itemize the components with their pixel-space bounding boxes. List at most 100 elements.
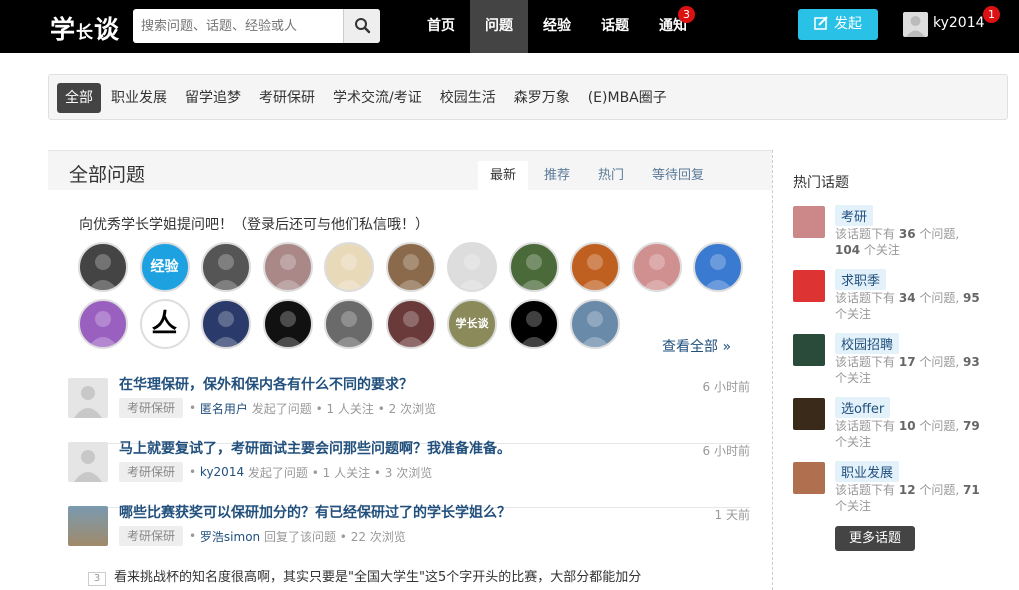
question-meta: 考研保研 • 匿名用户 发起了问题 • 1 人关注 • 2 次浏览	[119, 398, 436, 418]
topic-follower-count: 71	[963, 483, 980, 497]
expert-avatar[interactable]	[508, 242, 559, 292]
category-bar: 全部 职业发展 留学追梦 考研保研 学术交流/考证 校园生活 森罗万象 (E)MBA圈子	[48, 74, 1008, 120]
question-time: 6 小时前	[702, 380, 750, 394]
topic-name[interactable]: 校园招聘	[835, 333, 900, 354]
expert-avatar[interactable]	[201, 299, 251, 349]
post-button[interactable]: 发起	[798, 9, 878, 40]
question-title[interactable]: 在华理保研，保外和保内各有什么不同的要求？	[119, 374, 413, 394]
expert-avatar[interactable]	[201, 242, 251, 292]
topic-stats-mid: 个问题,	[919, 355, 960, 369]
topic-stats-mid: 个问题,	[919, 483, 960, 497]
topic-name[interactable]: 职业发展	[835, 461, 900, 482]
topic-follower-count: 95	[963, 291, 980, 305]
logo-char-2: 长	[76, 23, 95, 43]
question-stats-text: 回复了该问题 • 22 次浏览	[263, 529, 406, 544]
nav-questions[interactable]: 问题	[470, 0, 528, 53]
default-avatar-icon	[906, 16, 925, 37]
category-item[interactable]: 全部	[57, 83, 101, 113]
category-item[interactable]: 留学追梦	[177, 83, 249, 113]
nav-experience[interactable]: 经验	[528, 0, 586, 53]
default-avatar-icon	[74, 386, 102, 418]
sort-tab[interactable]: 推荐	[532, 161, 582, 191]
category-item[interactable]: 学术交流/考证	[325, 83, 430, 113]
person-icon	[395, 311, 426, 347]
expert-avatar[interactable]	[385, 242, 436, 292]
expert-avatar[interactable]	[693, 242, 743, 292]
view-all-link[interactable]: 查看全部 »	[662, 336, 731, 356]
question-author-avatar[interactable]	[68, 378, 108, 418]
expert-avatar[interactable]	[570, 299, 620, 349]
person-icon	[211, 311, 241, 347]
expert-avatar[interactable]	[324, 242, 374, 292]
topic-tag[interactable]: 考研保研	[119, 462, 184, 482]
expert-avatar[interactable]	[262, 299, 313, 349]
topic-stats-prefix: 该话题下有	[835, 227, 896, 241]
sort-tab[interactable]: 热门	[586, 161, 636, 191]
vote-count: 3	[88, 572, 106, 586]
topic-name[interactable]: 选offer	[835, 397, 891, 418]
nav-topics[interactable]: 话题	[586, 0, 644, 53]
topic-tag[interactable]: 考研保研	[119, 398, 184, 418]
question-author-avatar[interactable]	[68, 506, 108, 546]
avatar-glyph: 亼	[151, 309, 178, 339]
sort-tab[interactable]: 最新	[478, 161, 529, 191]
question-time: 6 小时前	[702, 444, 750, 458]
topic-image[interactable]	[793, 334, 825, 366]
expert-avatar[interactable]	[78, 299, 128, 349]
topic-name[interactable]: 求职季	[835, 269, 887, 290]
category-item[interactable]: (E)MBA圈子	[580, 83, 675, 113]
expert-avatar[interactable]	[385, 299, 436, 349]
person-icon	[457, 254, 487, 290]
answer-excerpt[interactable]: 3 看来挑战杯的知名度很高啊，其实只要是"全国大学生"这5个字开头的比赛，大部分都…	[88, 566, 641, 586]
nav-notifications[interactable]: 通知 3	[644, 0, 702, 53]
expert-avatar[interactable]	[324, 299, 374, 349]
question-stats: 发起了问题 • 1 人关注 • 2 次浏览	[248, 400, 436, 417]
question-panel-header: 全部问题 最新 推荐 热门 等待回复	[48, 150, 772, 191]
expert-avatar[interactable]: 亼	[139, 299, 190, 349]
topic-stats: 该话题下有 10 个问题, 79 个关注	[835, 418, 985, 450]
expert-avatar[interactable]: 经验	[139, 242, 190, 292]
expert-avatar[interactable]	[78, 242, 128, 292]
question-author-avatar[interactable]	[68, 442, 108, 482]
topic-image[interactable]	[793, 270, 825, 302]
topic-tag[interactable]: 考研保研	[119, 526, 184, 546]
more-topics-button[interactable]: 更多话题	[835, 526, 915, 551]
expert-avatar[interactable]	[262, 242, 313, 292]
question-user[interactable]: 匿名用户	[200, 400, 248, 417]
separator-dot: •	[189, 465, 200, 479]
search-input[interactable]	[133, 9, 343, 43]
category-item[interactable]: 考研保研	[251, 83, 323, 113]
question-stats-text: 发起了问题 • 1 人关注 • 3 次浏览	[247, 465, 433, 480]
person-icon	[334, 254, 364, 290]
topic-image[interactable]	[793, 462, 825, 494]
question-title[interactable]: 马上就要复试了，考研面试主要会问那些问题啊？我准备准备。	[119, 438, 511, 458]
person-icon	[272, 254, 303, 290]
expert-avatar[interactable]	[570, 242, 620, 292]
question-title[interactable]: 哪些比赛获奖可以保研加分的？有已经保研过了的学长学姐么？	[119, 502, 511, 522]
expert-avatar[interactable]: 学长谈	[447, 299, 497, 349]
topic-name[interactable]: 考研	[835, 205, 874, 226]
topic-stats-prefix: 该话题下有	[835, 483, 896, 497]
category-item[interactable]: 森罗万象	[506, 83, 578, 113]
user-avatar[interactable]	[903, 12, 928, 37]
sort-tab[interactable]: 等待回复	[640, 161, 716, 191]
question-panel: 全部问题 最新 推荐 热门 等待回复 向优秀学长学姐提问吧！（登录后还可与他们私信哦！…	[48, 150, 773, 590]
site-logo[interactable]: 学长谈	[50, 10, 120, 46]
expert-avatar[interactable]	[631, 242, 682, 292]
category-item[interactable]: 校园生活	[432, 83, 504, 113]
search-button[interactable]	[343, 9, 380, 43]
question-user[interactable]: ky2014	[200, 465, 244, 479]
nav-home[interactable]: 首页	[412, 0, 470, 53]
topic-stats-mid: 个问题,	[919, 419, 960, 433]
topic-image[interactable]	[793, 206, 825, 238]
expert-avatar[interactable]	[508, 299, 559, 349]
topic-stats: 该话题下有 12 个问题, 71 个关注	[835, 482, 985, 514]
topic-stats-suffix: 个关注	[835, 499, 872, 513]
category-item[interactable]: 职业发展	[103, 83, 175, 113]
topic-image[interactable]	[793, 398, 825, 430]
topic-question-count: 10	[898, 419, 916, 433]
question-user[interactable]: 罗浩simon	[200, 528, 260, 545]
username[interactable]: ky2014	[933, 15, 985, 31]
avatar-glyph: 经验	[150, 259, 179, 275]
expert-avatar[interactable]	[447, 242, 497, 292]
